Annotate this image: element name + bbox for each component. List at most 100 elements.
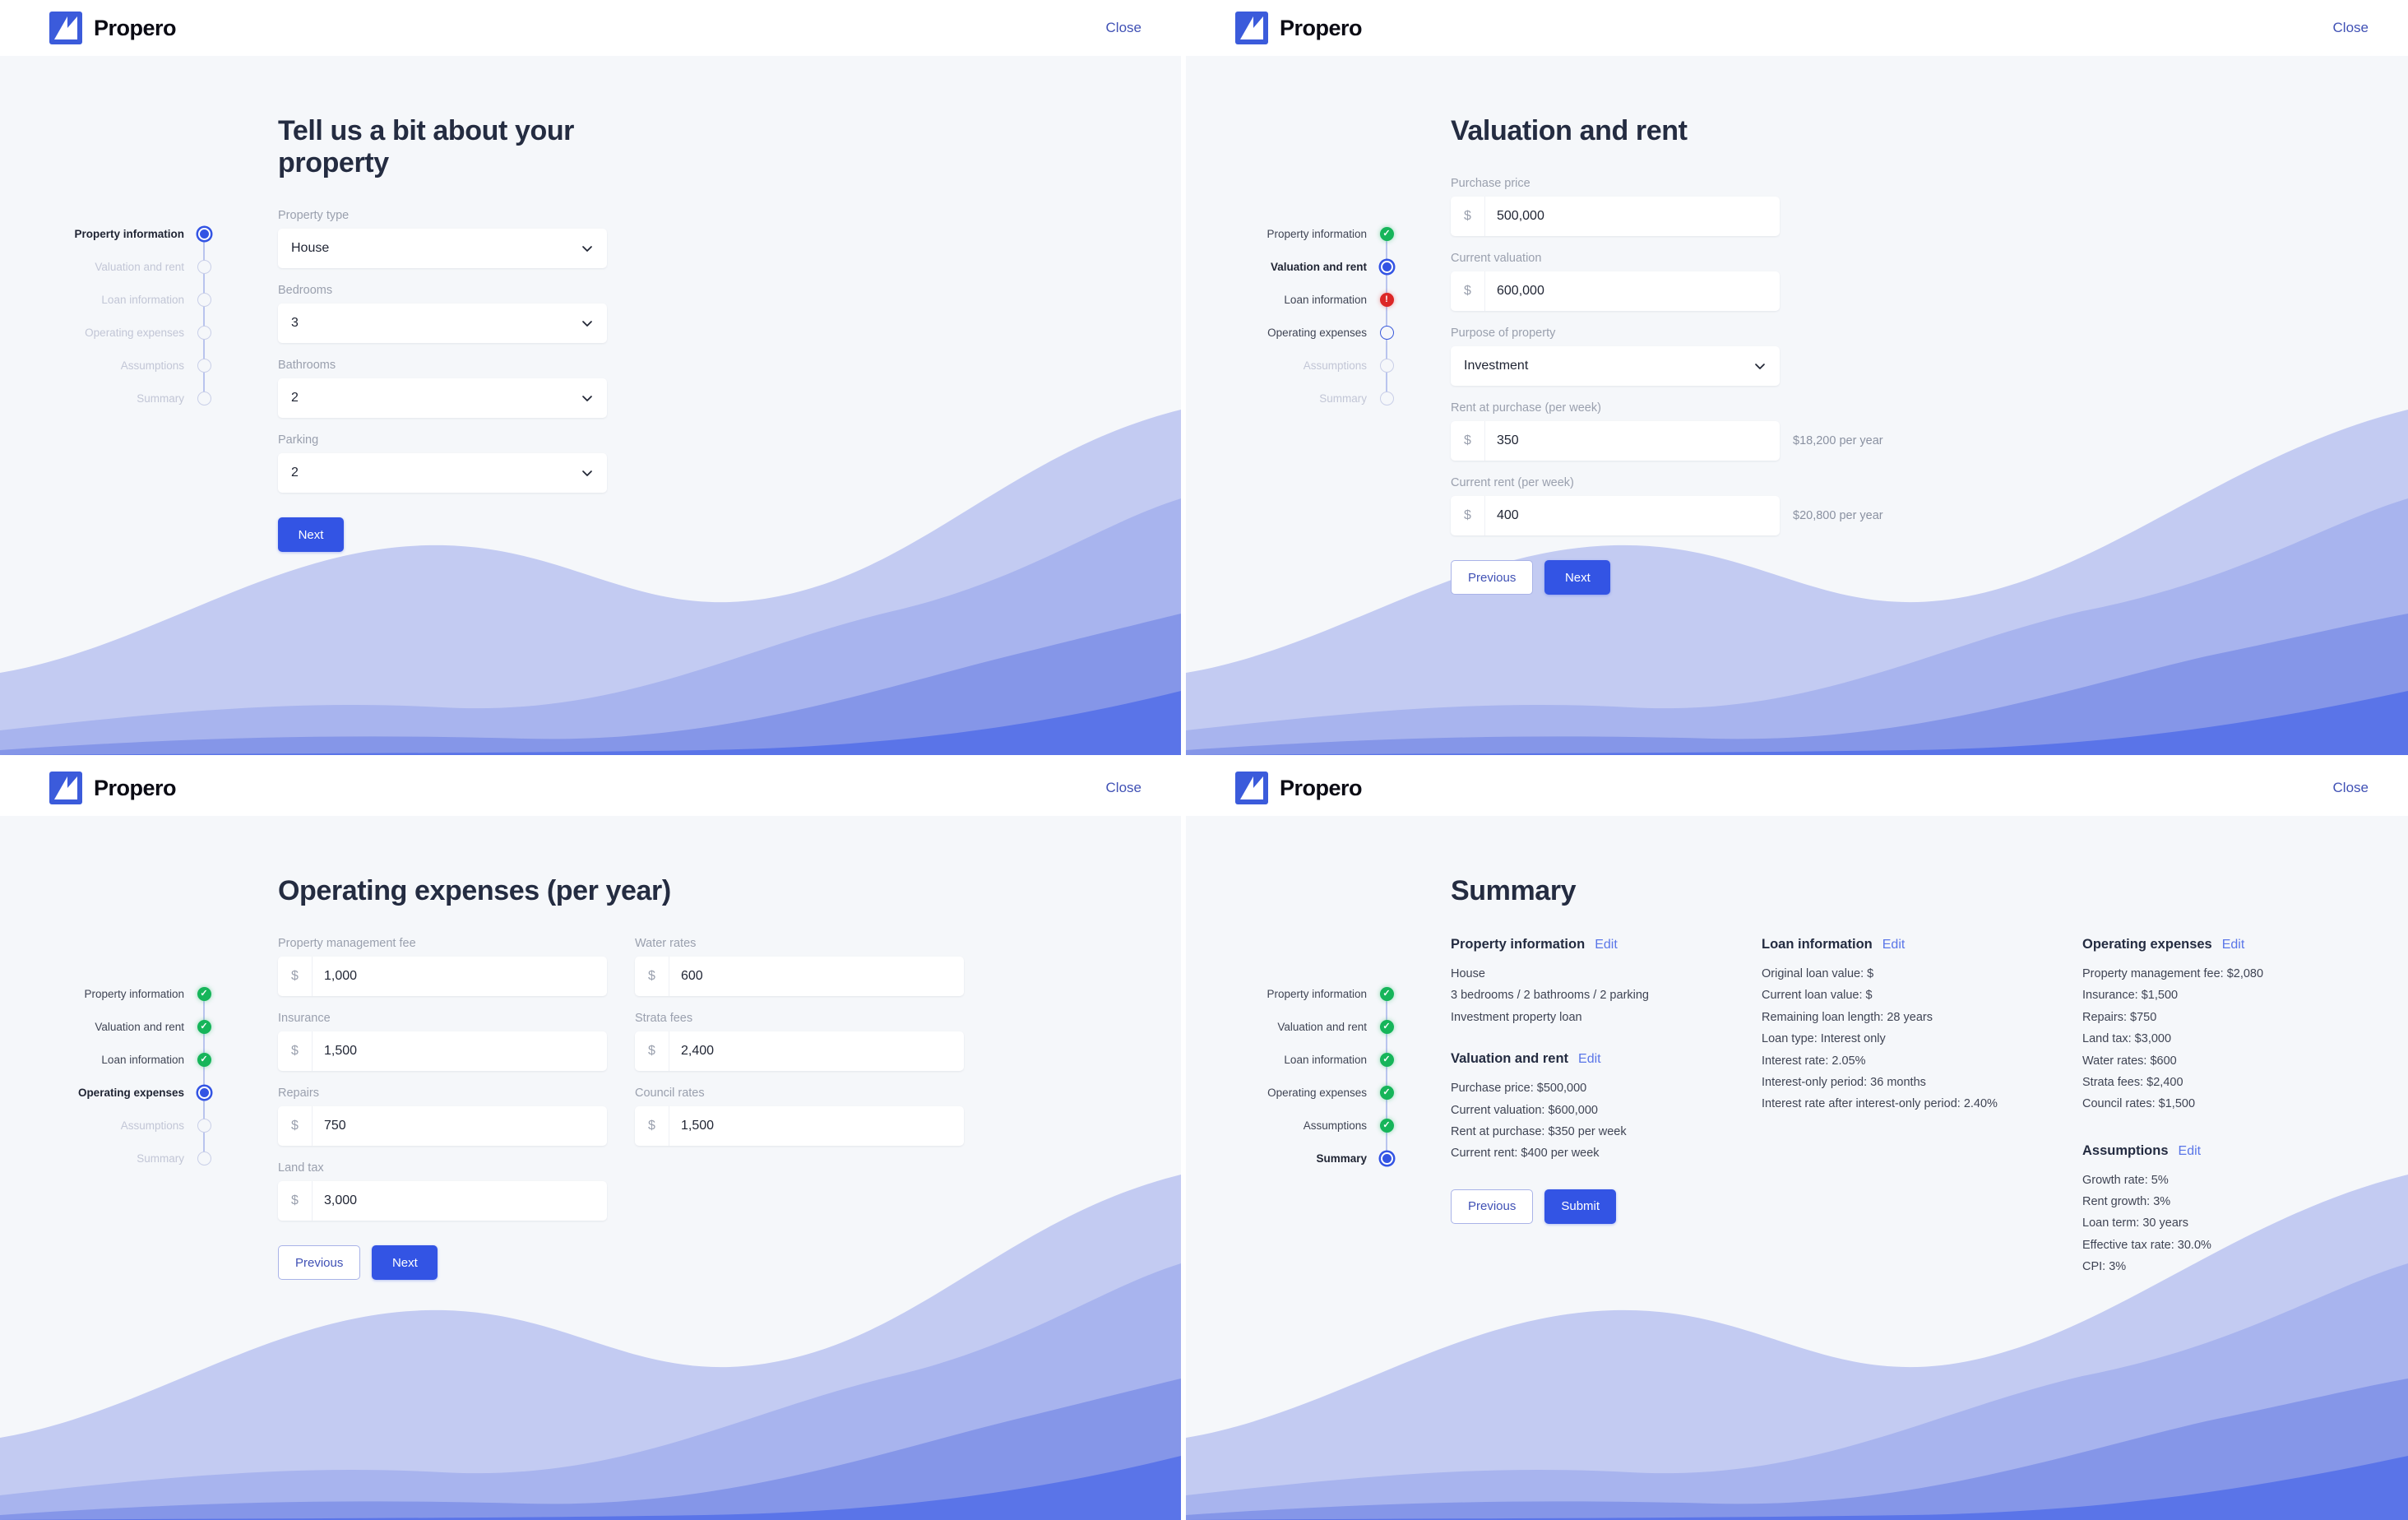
step-dot-col (194, 227, 214, 266)
previous-button[interactable]: Previous (1451, 1189, 1534, 1224)
step-dot-done: ✓ (197, 986, 211, 1001)
close-link[interactable]: Close (1106, 780, 1141, 796)
step-operating-expenses[interactable]: Operating expenses (1232, 316, 1396, 365)
close-link[interactable]: Close (2333, 780, 2369, 796)
land-tax-input[interactable]: $ 3,000 (278, 1181, 607, 1221)
step-summary[interactable]: Summary (49, 1142, 214, 1175)
previous-button[interactable]: Previous (1451, 560, 1534, 595)
propero-logo-icon (1235, 12, 1268, 44)
step-property-information[interactable]: Property information (49, 217, 214, 266)
summary-line: Effective tax rate: 30.0% (2082, 1238, 2211, 1252)
step-operating-expenses[interactable]: Operating expenses (49, 316, 214, 365)
step-dot-col (1377, 1152, 1396, 1165)
edit-link-operating-expenses[interactable]: Edit (2222, 938, 2245, 952)
input-value: 600,000 (1497, 284, 1544, 298)
field-label: Bathrooms (278, 359, 336, 372)
step-label: Summary (137, 1152, 184, 1165)
step-property-information[interactable]: Property information ✓ (1232, 217, 1396, 266)
property-type-select[interactable]: House (278, 229, 607, 268)
step-dot-done: ✓ (1379, 1118, 1394, 1133)
summary-group-valuation-and-rent: Valuation and rent Edit Purchase price: … (1451, 1051, 1762, 1165)
purpose-of-property-select[interactable]: Investment (1451, 346, 1780, 386)
step-dot-col (1377, 325, 1396, 365)
next-button[interactable]: Next (372, 1245, 438, 1280)
step-label: Loan information (101, 1053, 184, 1066)
current-valuation-input[interactable]: $ 600,000 (1451, 271, 1780, 311)
summary-heading: Property information (1451, 937, 1586, 952)
step-valuation-and-rent[interactable]: Valuation and rent (49, 250, 214, 299)
step-dot (197, 391, 211, 405)
property-management-fee-input[interactable]: $ 1,000 (278, 957, 607, 996)
app-header: Propero Close (1186, 760, 2408, 816)
step-dot-col (1377, 391, 1396, 405)
step-dot-error: ! (1379, 292, 1394, 307)
edit-link-valuation-and-rent[interactable]: Edit (1578, 1052, 1601, 1067)
step-loan-information[interactable]: Loan information ✓ (1232, 1043, 1396, 1092)
step-loan-information[interactable]: Loan information ! (1232, 283, 1396, 332)
step-operating-expenses[interactable]: Operating expenses (49, 1076, 214, 1125)
step-label: Loan information (1284, 1053, 1367, 1066)
step-valuation-and-rent[interactable]: Valuation and rent ✓ (49, 1010, 214, 1059)
brand: Propero (1235, 12, 1363, 44)
field-label: Repairs (278, 1087, 319, 1100)
step-loan-information[interactable]: Loan information (49, 283, 214, 332)
insurance-input[interactable]: $ 1,500 (278, 1031, 607, 1071)
step-valuation-and-rent[interactable]: Valuation and rent ✓ (1232, 1010, 1396, 1059)
step-assumptions[interactable]: Assumptions (49, 349, 214, 398)
step-assumptions[interactable]: Assumptions ✓ (1232, 1109, 1396, 1158)
step-loan-information[interactable]: Loan information ✓ (49, 1043, 214, 1092)
water-rates-input[interactable]: $ 600 (635, 957, 964, 996)
step-dot-col: ✓ (1377, 986, 1396, 1026)
app-header: Propero Close (0, 0, 1181, 56)
next-button[interactable]: Next (278, 517, 344, 552)
step-summary[interactable]: Summary (49, 382, 214, 415)
edit-link-loan-information[interactable]: Edit (1882, 938, 1906, 952)
summary-line: Property management fee: $2,080 (2082, 967, 2264, 980)
step-operating-expenses[interactable]: Operating expenses ✓ (1232, 1076, 1396, 1125)
summary-line: Current rent: $400 per week (1451, 1147, 1600, 1161)
step-summary[interactable]: Summary (1232, 1142, 1396, 1175)
previous-button[interactable]: Previous (278, 1245, 361, 1280)
alert-icon: ! (1385, 294, 1388, 304)
step-valuation-and-rent[interactable]: Valuation and rent (1232, 250, 1396, 299)
step-label: Loan information (1284, 293, 1367, 306)
rent-at-purchase-input[interactable]: $ 350 (1451, 421, 1780, 461)
step-assumptions[interactable]: Assumptions (1232, 349, 1396, 398)
step-dot-done: ✓ (1379, 226, 1394, 241)
step-dot (197, 358, 211, 373)
parking-select[interactable]: 2 (278, 453, 607, 493)
input-value: 400 (1497, 508, 1519, 522)
field-label: Water rates (635, 937, 697, 950)
bathrooms-select[interactable]: 2 (278, 378, 607, 418)
summary-line: Loan type: Interest only (1762, 1032, 1886, 1046)
check-icon: ✓ (1382, 1021, 1391, 1031)
chevron-down-icon (581, 466, 594, 480)
step-property-information[interactable]: Property information ✓ (49, 977, 214, 1026)
step-dot (197, 325, 211, 340)
purchase-price-input[interactable]: $ 500,000 (1451, 197, 1780, 236)
step-property-information[interactable]: Property information ✓ (1232, 977, 1396, 1026)
repairs-input[interactable]: $ 750 (278, 1106, 607, 1146)
field-land-tax: Land tax $ 3,000 (278, 1161, 607, 1221)
council-rates-input[interactable]: $ 1,500 (635, 1106, 964, 1146)
submit-button[interactable]: Submit (1544, 1189, 1617, 1224)
edit-link-property-information[interactable]: Edit (1595, 938, 1618, 952)
step-summary[interactable]: Summary (1232, 382, 1396, 415)
next-button[interactable]: Next (1544, 560, 1611, 595)
field-insurance: Insurance $ 1,500 (278, 1012, 607, 1071)
strata-fees-input[interactable]: $ 2,400 (635, 1031, 964, 1071)
edit-link-assumptions[interactable]: Edit (2179, 1144, 2202, 1159)
step-dot-col (194, 325, 214, 365)
bedrooms-select[interactable]: 3 (278, 304, 607, 343)
summary-line: Interest-only period: 36 months (1762, 1075, 1926, 1089)
currency-prefix: $ (278, 1106, 313, 1146)
close-link[interactable]: Close (2333, 20, 2369, 36)
screenshot-grid: Propero Close Property information Valua… (0, 0, 2408, 1520)
summary-group-property-information: Property information Edit House 3 bedroo… (1451, 937, 1762, 1028)
step-dot-col (1377, 260, 1396, 299)
current-rent-input[interactable]: $ 400 (1451, 496, 1780, 535)
field-label: Parking (278, 433, 319, 447)
brand-name: Propero (94, 775, 177, 800)
step-assumptions[interactable]: Assumptions (49, 1109, 214, 1158)
close-link[interactable]: Close (1106, 20, 1141, 36)
